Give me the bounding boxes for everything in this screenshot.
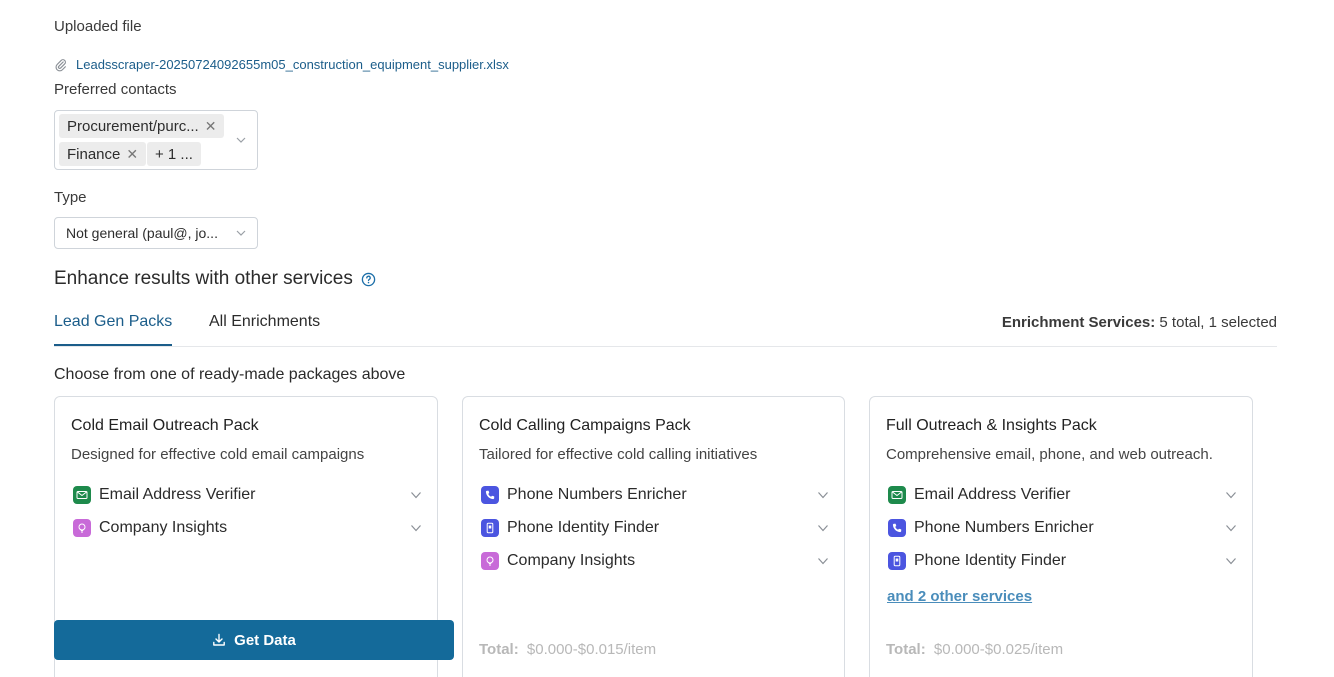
mobile-icon bbox=[481, 519, 499, 537]
total-label: Total: bbox=[479, 641, 519, 658]
chip-label: Finance bbox=[67, 145, 121, 163]
card-title: Cold Calling Campaigns Pack bbox=[479, 417, 691, 434]
card-title: Cold Email Outreach Pack bbox=[71, 417, 259, 434]
card-total: Total: $0.000-$0.025/item bbox=[886, 641, 1063, 658]
card-description: Designed for effective cold email campai… bbox=[71, 446, 365, 463]
chevron-down-icon[interactable] bbox=[816, 554, 830, 568]
card-description: Comprehensive email, phone, and web outr… bbox=[886, 446, 1213, 463]
service-row-company-insights[interactable]: Company Insights bbox=[481, 550, 830, 572]
chevron-down-icon[interactable] bbox=[409, 521, 423, 535]
service-name: Phone Identity Finder bbox=[507, 519, 660, 536]
chip-label: Procurement/purc... bbox=[67, 117, 199, 135]
mobile-icon bbox=[888, 552, 906, 570]
email-verifier-icon bbox=[73, 486, 91, 504]
total-value: $0.000-$0.015/item bbox=[526, 641, 657, 658]
remove-chip-icon[interactable]: ✕ bbox=[205, 119, 217, 133]
phone-icon bbox=[888, 519, 906, 537]
service-name: Company Insights bbox=[507, 552, 636, 569]
pack-card-cold-calling[interactable]: Cold Calling Campaigns Pack Tailored for… bbox=[462, 396, 845, 677]
more-chips-label: + 1 ... bbox=[155, 145, 193, 163]
total-label: Total: bbox=[886, 641, 926, 658]
enhance-title: Enhance results with other services bbox=[54, 268, 353, 289]
service-row-email-verifier[interactable]: Email Address Verifier bbox=[73, 484, 423, 506]
card-title: Full Outreach & Insights Pack bbox=[886, 417, 1097, 434]
service-name: Email Address Verifier bbox=[914, 486, 1071, 503]
tab-lead-gen-packs[interactable]: Lead Gen Packs bbox=[54, 313, 173, 346]
contact-chip-procurement: Procurement/purc... ✕ bbox=[59, 114, 225, 138]
type-label: Type bbox=[54, 189, 87, 206]
service-name: Email Address Verifier bbox=[99, 486, 256, 503]
chevron-down-icon[interactable] bbox=[235, 134, 247, 146]
chevron-down-icon[interactable] bbox=[816, 488, 830, 502]
help-icon[interactable] bbox=[361, 272, 376, 287]
contact-chip-finance: Finance ✕ bbox=[59, 142, 147, 166]
chevron-down-icon[interactable] bbox=[1224, 554, 1238, 568]
type-selected-value: Not general (paul@, jo... bbox=[66, 225, 218, 241]
paperclip-icon bbox=[54, 58, 68, 72]
card-total: Total: $0.000-$0.015/item bbox=[479, 641, 656, 658]
chevron-down-icon[interactable] bbox=[816, 521, 830, 535]
choose-packages-text: Choose from one of ready-made packages a… bbox=[54, 366, 406, 383]
more-services-link[interactable]: and 2 other services bbox=[887, 588, 1032, 605]
chevron-down-icon[interactable] bbox=[409, 488, 423, 502]
card-description: Tailored for effective cold calling init… bbox=[479, 446, 758, 463]
service-name: Phone Numbers Enricher bbox=[914, 519, 1094, 536]
enhance-heading: Enhance results with other services bbox=[54, 268, 376, 290]
lightbulb-icon bbox=[481, 552, 499, 570]
tab-all-enrichments[interactable]: All Enrichments bbox=[209, 313, 320, 344]
preferred-contacts-label: Preferred contacts bbox=[54, 81, 177, 98]
uploaded-file-link[interactable]: Leadsscraper-20250724092655m05_construct… bbox=[76, 57, 509, 72]
download-icon bbox=[212, 633, 226, 647]
service-row-email-verifier[interactable]: Email Address Verifier bbox=[888, 484, 1238, 506]
preferred-contacts-select[interactable]: Procurement/purc... ✕ Finance ✕ + 1 ... bbox=[54, 110, 258, 170]
email-verifier-icon bbox=[888, 486, 906, 504]
service-row-phone-identity-finder[interactable]: Phone Identity Finder bbox=[888, 550, 1238, 572]
service-name: Phone Identity Finder bbox=[914, 552, 1067, 569]
chevron-down-icon[interactable] bbox=[1224, 488, 1238, 502]
get-data-button[interactable]: Get Data bbox=[54, 620, 454, 660]
phone-icon bbox=[481, 486, 499, 504]
service-row-company-insights[interactable]: Company Insights bbox=[73, 517, 423, 539]
service-name: Company Insights bbox=[99, 519, 228, 536]
uploaded-file-label: Uploaded file bbox=[54, 18, 142, 35]
chevron-down-icon[interactable] bbox=[1224, 521, 1238, 535]
service-name: Phone Numbers Enricher bbox=[507, 486, 687, 503]
remove-chip-icon[interactable]: ✕ bbox=[126, 147, 138, 161]
services-tabs: Lead Gen Packs All Enrichments Enrichmen… bbox=[54, 310, 1277, 347]
pack-card-full-outreach[interactable]: Full Outreach & Insights Pack Comprehens… bbox=[869, 396, 1253, 677]
service-row-phone-numbers-enricher[interactable]: Phone Numbers Enricher bbox=[888, 517, 1238, 539]
summary-label: Enrichment Services: bbox=[1001, 314, 1156, 331]
get-data-label: Get Data bbox=[234, 631, 296, 649]
service-row-phone-numbers-enricher[interactable]: Phone Numbers Enricher bbox=[481, 484, 830, 506]
uploaded-file-row: Leadsscraper-20250724092655m05_construct… bbox=[54, 57, 509, 72]
chevron-down-icon[interactable] bbox=[235, 227, 247, 239]
service-row-phone-identity-finder[interactable]: Phone Identity Finder bbox=[481, 517, 830, 539]
total-value: $0.000-$0.025/item bbox=[933, 641, 1064, 658]
more-chips-badge: + 1 ... bbox=[147, 142, 201, 166]
lightbulb-icon bbox=[73, 519, 91, 537]
summary-value: 5 total, 1 selected bbox=[1159, 314, 1277, 331]
type-select[interactable]: Not general (paul@, jo... bbox=[54, 217, 258, 249]
enrichment-summary: Enrichment Services: 5 total, 1 selected bbox=[1002, 314, 1277, 331]
